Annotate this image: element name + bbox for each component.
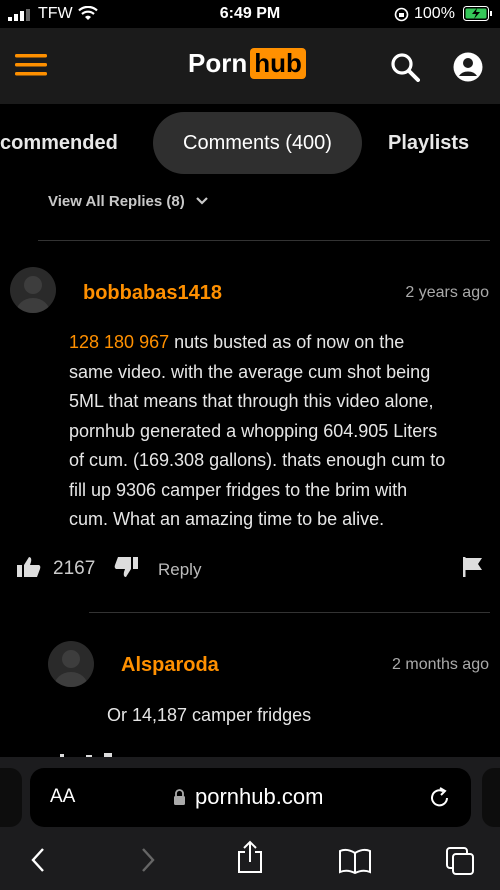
logo-text: Porn bbox=[188, 48, 248, 78]
comment-highlight[interactable]: 128 180 967 bbox=[69, 332, 169, 352]
chevron-down-icon bbox=[196, 197, 208, 205]
forward-icon[interactable] bbox=[140, 847, 156, 873]
bookmarks-icon[interactable] bbox=[338, 848, 372, 874]
comment-username[interactable]: bobbabas1418 bbox=[83, 282, 222, 305]
tab-playlists[interactable]: Playlists bbox=[388, 112, 469, 174]
share-icon[interactable] bbox=[236, 840, 264, 874]
battery-percent: 100% bbox=[414, 5, 455, 22]
divider bbox=[89, 612, 490, 613]
like-count: 2167 bbox=[53, 558, 96, 579]
account-icon[interactable] bbox=[453, 52, 483, 82]
reply-username[interactable]: Alsparoda bbox=[121, 654, 219, 677]
thumbs-down-icon[interactable] bbox=[114, 557, 138, 579]
lock-icon bbox=[174, 789, 185, 805]
user-silhouette-icon bbox=[16, 276, 50, 313]
reload-icon[interactable] bbox=[429, 786, 451, 810]
site-logo[interactable]: Porn hub bbox=[188, 48, 306, 79]
reply-date: 2 months ago bbox=[392, 656, 489, 673]
avatar[interactable] bbox=[48, 641, 94, 687]
divider bbox=[38, 240, 490, 241]
tab-recommended[interactable]: commended bbox=[0, 112, 118, 174]
previous-tab-edge[interactable] bbox=[0, 768, 22, 827]
tab-comments[interactable]: Comments (400) bbox=[153, 112, 362, 174]
search-icon[interactable] bbox=[390, 52, 420, 82]
comment-body: 128 180 967 nuts busted as of now on the… bbox=[69, 332, 446, 529]
menu-icon[interactable] bbox=[15, 54, 47, 76]
comment-date: 2 years ago bbox=[405, 284, 489, 301]
user-silhouette-icon bbox=[54, 650, 88, 687]
logo-badge: hub bbox=[250, 48, 306, 79]
status-bar: TFW 6:49 PM 100% bbox=[0, 0, 500, 28]
thumbs-up-icon[interactable] bbox=[17, 556, 41, 578]
view-all-replies-label: View All Replies (8) bbox=[48, 193, 185, 210]
back-icon[interactable] bbox=[30, 847, 46, 873]
battery-charging-icon bbox=[463, 6, 492, 21]
tabs-icon[interactable] bbox=[445, 846, 475, 876]
reply-body: Or 14,187 camper fridges bbox=[107, 705, 312, 725]
avatar[interactable] bbox=[10, 267, 56, 313]
orientation-lock-icon bbox=[394, 7, 409, 22]
reader-view-button[interactable]: AA bbox=[50, 786, 75, 808]
flag-icon[interactable] bbox=[463, 557, 483, 577]
reply-button[interactable]: Reply bbox=[158, 560, 201, 580]
next-tab-edge[interactable] bbox=[482, 768, 500, 827]
url-text[interactable]: pornhub.com bbox=[195, 784, 323, 810]
view-all-replies-link[interactable]: View All Replies (8) bbox=[48, 193, 209, 210]
